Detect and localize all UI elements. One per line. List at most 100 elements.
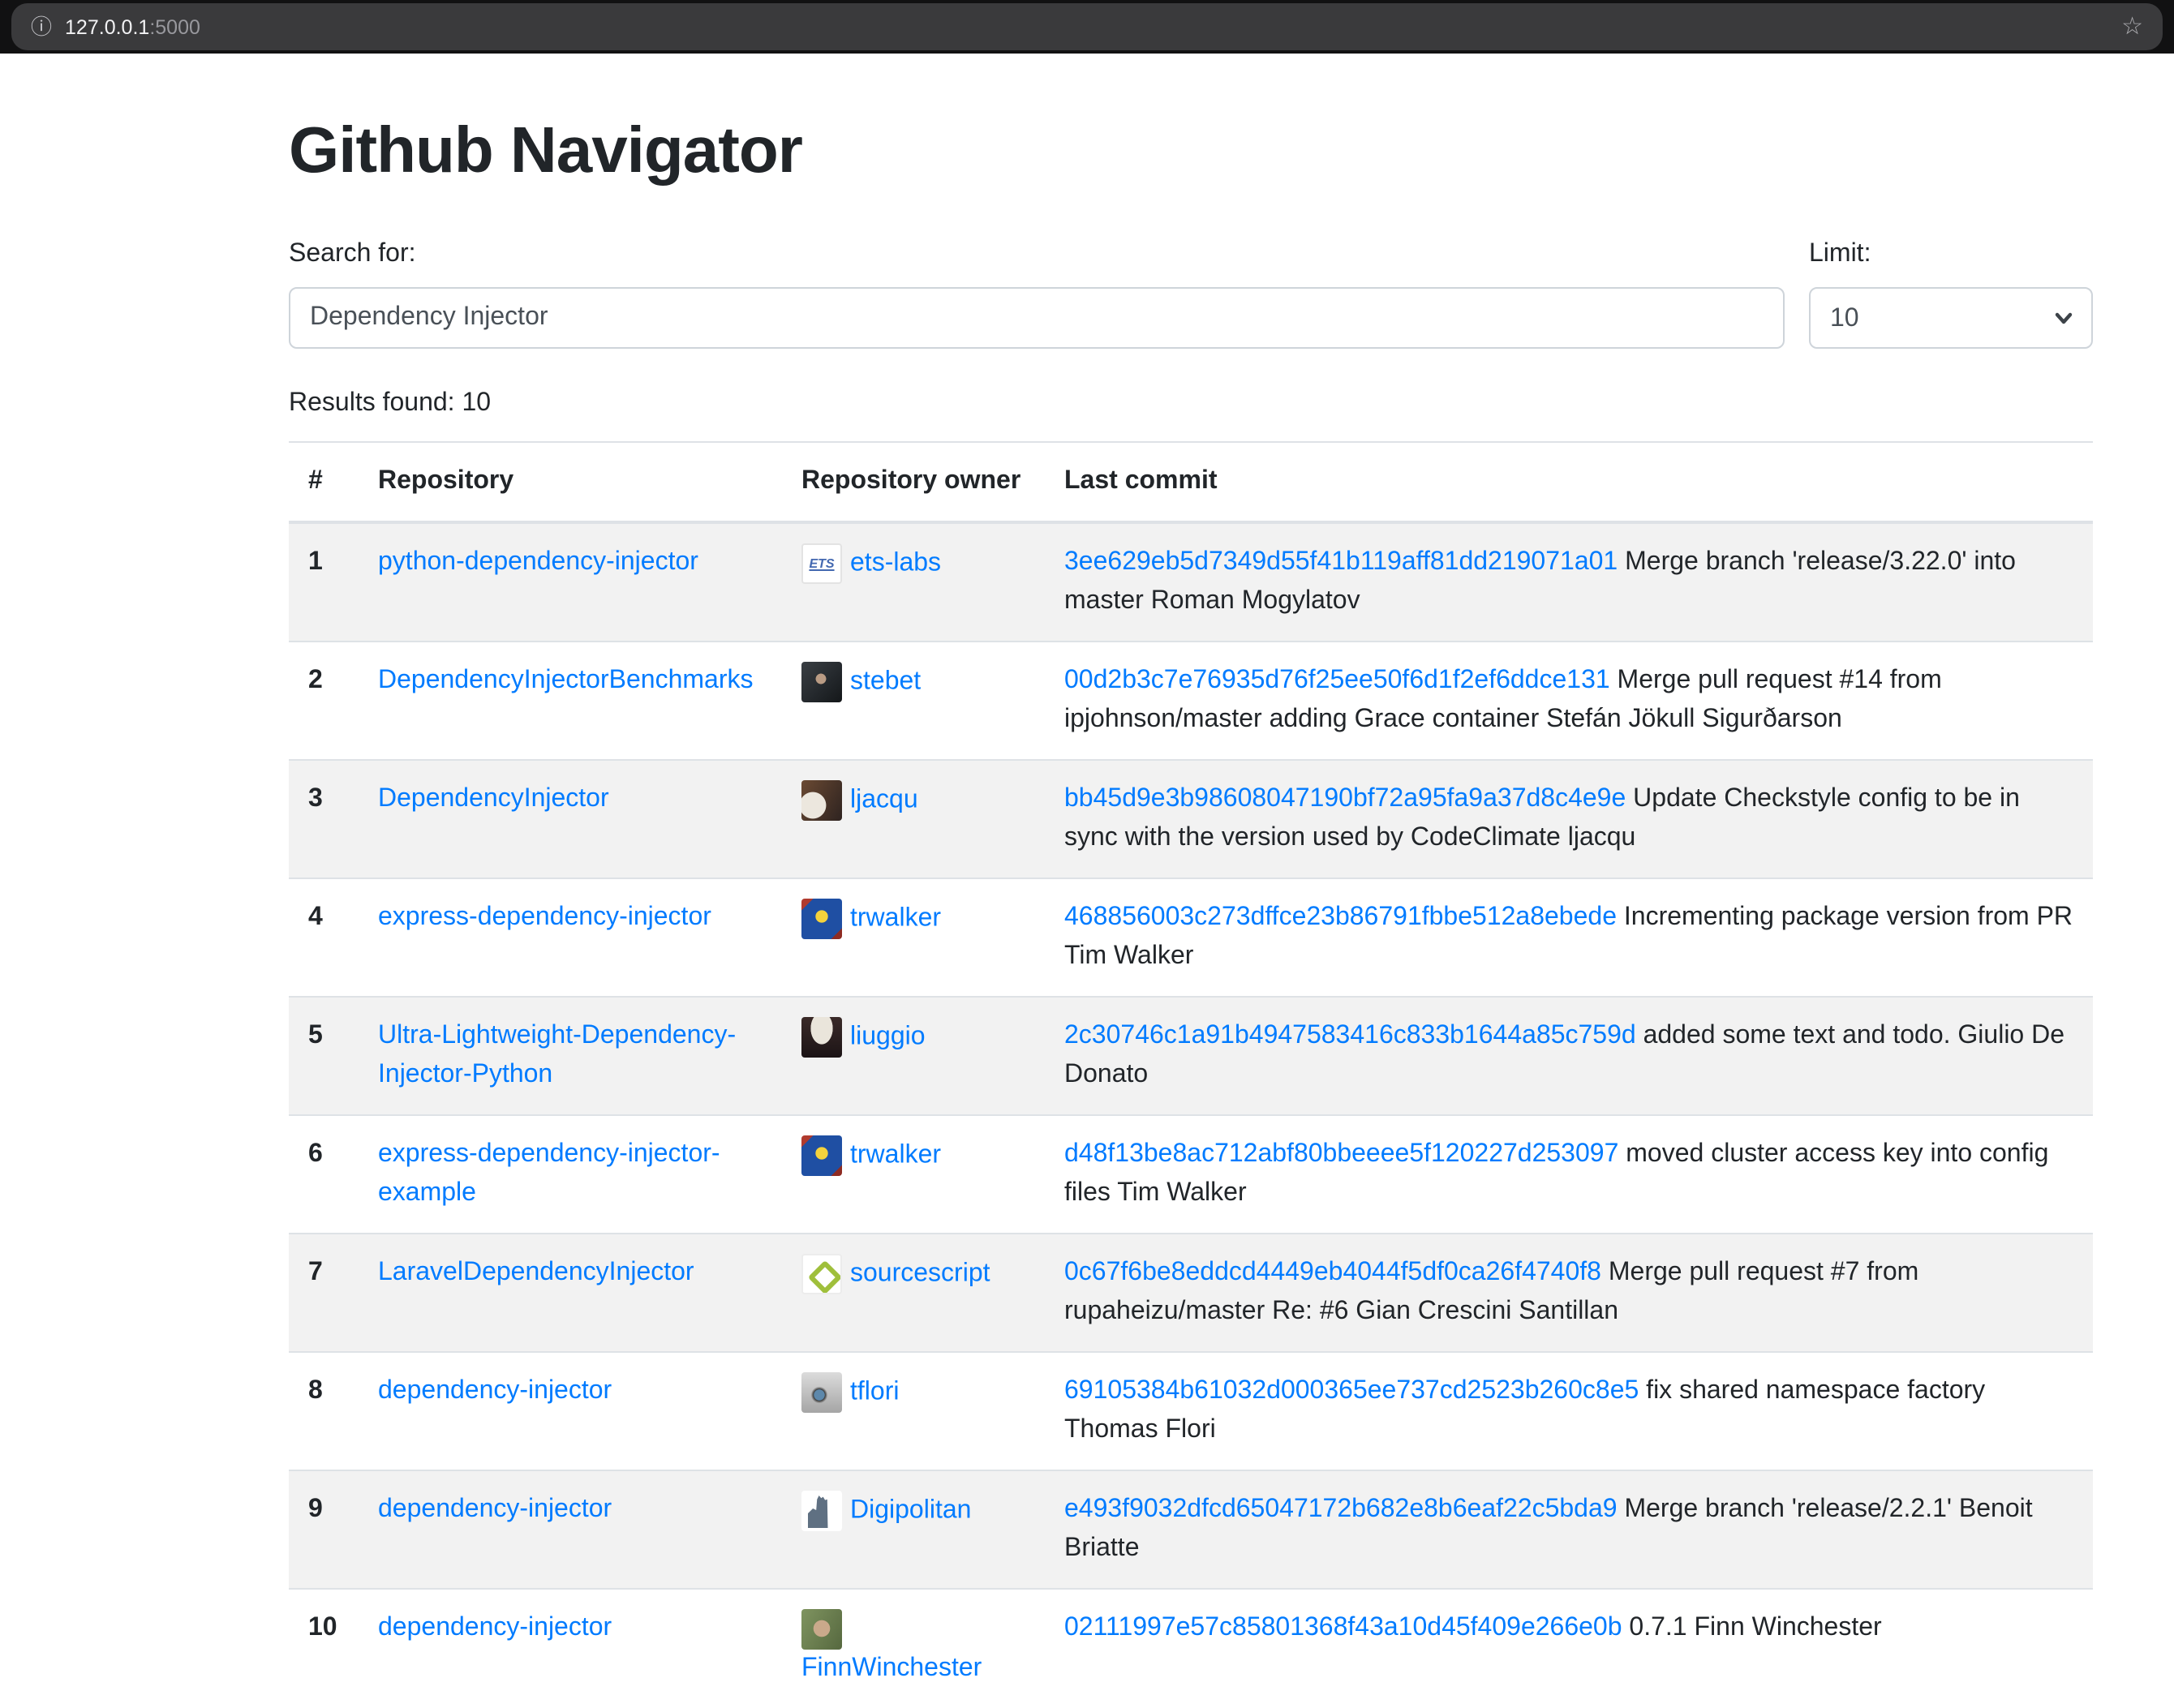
commit-hash-link[interactable]: 0c67f6be8eddcd4449eb4044f5df0ca26f4740f8 <box>1064 1259 1601 1286</box>
commit-hash-link[interactable]: 2c30746c1a91b4947583416c833b1644a85c759d <box>1064 1022 1636 1049</box>
table-row: 2 DependencyInjectorBenchmarks stebet 00… <box>289 642 2093 760</box>
owner-avatar <box>801 899 842 939</box>
owner-link[interactable]: liuggio <box>850 1023 926 1050</box>
commit-cell: 468856003c273dffce23b86791fbbe512a8ebede… <box>1045 878 2093 997</box>
table-row: 8 dependency-injector tflori 69105384b61… <box>289 1352 2093 1470</box>
column-header-num: # <box>289 442 359 522</box>
url-port: :5000 <box>149 15 200 38</box>
owner-cell: trwalker <box>782 1115 1045 1234</box>
owner-link[interactable]: ljacqu <box>850 786 918 813</box>
table-row: 10 dependency-injector FinnWinchester 02… <box>289 1589 2093 1708</box>
repository-cell: dependency-injector <box>359 1589 782 1708</box>
url-bar[interactable]: ⓘ 127.0.0.1 :5000 ☆ <box>11 3 2163 50</box>
table-row: 5 Ultra-Lightweight-Dependency-Injector-… <box>289 997 2093 1115</box>
browser-chrome: ⓘ 127.0.0.1 :5000 ☆ <box>0 0 2174 54</box>
column-header-repository: Repository <box>359 442 782 522</box>
row-number: 7 <box>289 1234 359 1352</box>
repository-link[interactable]: python-dependency-injector <box>378 548 698 576</box>
results-count: Results found: 10 <box>289 384 2093 423</box>
repository-cell: DependencyInjector <box>359 760 782 878</box>
row-number: 10 <box>289 1589 359 1708</box>
table-row: 6 express-dependency-injector-example tr… <box>289 1115 2093 1234</box>
commit-hash-link[interactable]: 3ee629eb5d7349d55f41b119aff81dd219071a01 <box>1064 548 1618 576</box>
repository-link[interactable]: DependencyInjector <box>378 785 609 813</box>
commit-hash-link[interactable]: bb45d9e3b98608047190bf72a95fa9a37d8c4e9e <box>1064 785 1626 813</box>
owner-link[interactable]: stebet <box>850 667 921 695</box>
commit-hash-link[interactable]: 02111997e57c85801368f43a10d45f409e266e0b <box>1064 1614 1622 1641</box>
repository-cell: LaravelDependencyInjector <box>359 1234 782 1352</box>
owner-avatar <box>801 780 842 821</box>
repository-cell: dependency-injector <box>359 1352 782 1470</box>
commit-cell: e493f9032dfcd65047172b682e8b6eaf22c5bda9… <box>1045 1470 2093 1589</box>
commit-message: 0.7.1 Finn Winchester <box>1622 1614 1882 1641</box>
column-header-last-commit: Last commit <box>1045 442 2093 522</box>
commit-cell: 3ee629eb5d7349d55f41b119aff81dd219071a01… <box>1045 522 2093 642</box>
owner-avatar <box>801 1254 842 1294</box>
repository-link[interactable]: express-dependency-injector <box>378 903 711 931</box>
table-row: 1 python-dependency-injector ETS ets-labs… <box>289 522 2093 642</box>
owner-avatar <box>801 1135 842 1176</box>
owner-cell: liuggio <box>782 997 1045 1115</box>
repository-cell: express-dependency-injector-example <box>359 1115 782 1234</box>
commit-hash-link[interactable]: 00d2b3c7e76935d76f25ee50f6d1f2ef6ddce131 <box>1064 667 1610 694</box>
owner-avatar <box>801 1491 842 1531</box>
owner-link[interactable]: sourcescript <box>850 1260 990 1287</box>
search-form: Search for: Limit: 10 <box>289 235 2093 349</box>
commit-hash-link[interactable]: 468856003c273dffce23b86791fbbe512a8ebede <box>1064 903 1617 931</box>
owner-cell: Digipolitan <box>782 1470 1045 1589</box>
owner-link[interactable]: ets-labs <box>850 549 941 577</box>
bookmark-star-icon[interactable]: ☆ <box>2121 15 2143 39</box>
owner-cell: tflori <box>782 1352 1045 1470</box>
url-host: 127.0.0.1 <box>65 15 149 38</box>
commit-cell: 00d2b3c7e76935d76f25ee50f6d1f2ef6ddce131… <box>1045 642 2093 760</box>
repository-cell: DependencyInjectorBenchmarks <box>359 642 782 760</box>
repository-link[interactable]: Ultra-Lightweight-Dependency-Injector-Py… <box>378 1022 736 1088</box>
owner-cell: trwalker <box>782 878 1045 997</box>
commit-cell: 69105384b61032d000365ee737cd2523b260c8e5… <box>1045 1352 2093 1470</box>
repository-link[interactable]: DependencyInjectorBenchmarks <box>378 667 753 694</box>
results-table: # Repository Repository owner Last commi… <box>289 441 2093 1708</box>
browser-window: ⓘ 127.0.0.1 :5000 ☆ Github Navigator Sea… <box>0 0 2174 1632</box>
repository-link[interactable]: dependency-injector <box>378 1496 612 1523</box>
commit-hash-link[interactable]: 69105384b61032d000365ee737cd2523b260c8e5 <box>1064 1377 1639 1405</box>
repository-cell: python-dependency-injector <box>359 522 782 642</box>
repository-cell: dependency-injector <box>359 1470 782 1589</box>
owner-cell: sourcescript <box>782 1234 1045 1352</box>
column-header-owner: Repository owner <box>782 442 1045 522</box>
owner-link[interactable]: trwalker <box>850 1141 941 1169</box>
owner-avatar: ETS <box>801 543 842 584</box>
page-content: Github Navigator Search for: Limit: 10 R… <box>289 54 2093 1708</box>
row-number: 2 <box>289 642 359 760</box>
table-row: 4 express-dependency-injector trwalker 4… <box>289 878 2093 997</box>
commit-hash-link[interactable]: d48f13be8ac712abf80bbeeee5f120227d253097 <box>1064 1140 1618 1168</box>
page-title: Github Navigator <box>289 112 2093 190</box>
info-icon[interactable]: ⓘ <box>31 16 52 37</box>
row-number: 8 <box>289 1352 359 1470</box>
repository-link[interactable]: express-dependency-injector-example <box>378 1140 720 1207</box>
commit-cell: d48f13be8ac712abf80bbeeee5f120227d253097… <box>1045 1115 2093 1234</box>
repository-link[interactable]: dependency-injector <box>378 1377 612 1405</box>
repository-link[interactable]: dependency-injector <box>378 1614 612 1641</box>
table-row: 9 dependency-injector Digipolitan e493f9… <box>289 1470 2093 1589</box>
owner-cell: stebet <box>782 642 1045 760</box>
row-number: 1 <box>289 522 359 642</box>
owner-avatar <box>801 1372 842 1413</box>
commit-cell: bb45d9e3b98608047190bf72a95fa9a37d8c4e9e… <box>1045 760 2093 878</box>
owner-link[interactable]: tflori <box>850 1378 899 1405</box>
repository-link[interactable]: LaravelDependencyInjector <box>378 1259 694 1286</box>
commit-cell: 2c30746c1a91b4947583416c833b1644a85c759d… <box>1045 997 2093 1115</box>
owner-link[interactable]: Digipolitan <box>850 1496 971 1524</box>
table-row: 7 LaravelDependencyInjector sourcescript… <box>289 1234 2093 1352</box>
commit-hash-link[interactable]: e493f9032dfcd65047172b682e8b6eaf22c5bda9 <box>1064 1496 1618 1523</box>
owner-link[interactable]: trwalker <box>850 904 941 932</box>
row-number: 9 <box>289 1470 359 1589</box>
limit-select[interactable]: 10 <box>1809 287 2093 349</box>
search-input[interactable] <box>289 287 1785 349</box>
commit-cell: 0c67f6be8eddcd4449eb4044f5df0ca26f4740f8… <box>1045 1234 2093 1352</box>
owner-link[interactable]: FinnWinchester <box>801 1654 982 1682</box>
search-label: Search for: <box>289 235 1785 274</box>
row-number: 4 <box>289 878 359 997</box>
owner-avatar <box>801 1017 842 1058</box>
limit-label: Limit: <box>1809 235 2093 274</box>
owner-avatar <box>801 662 842 702</box>
